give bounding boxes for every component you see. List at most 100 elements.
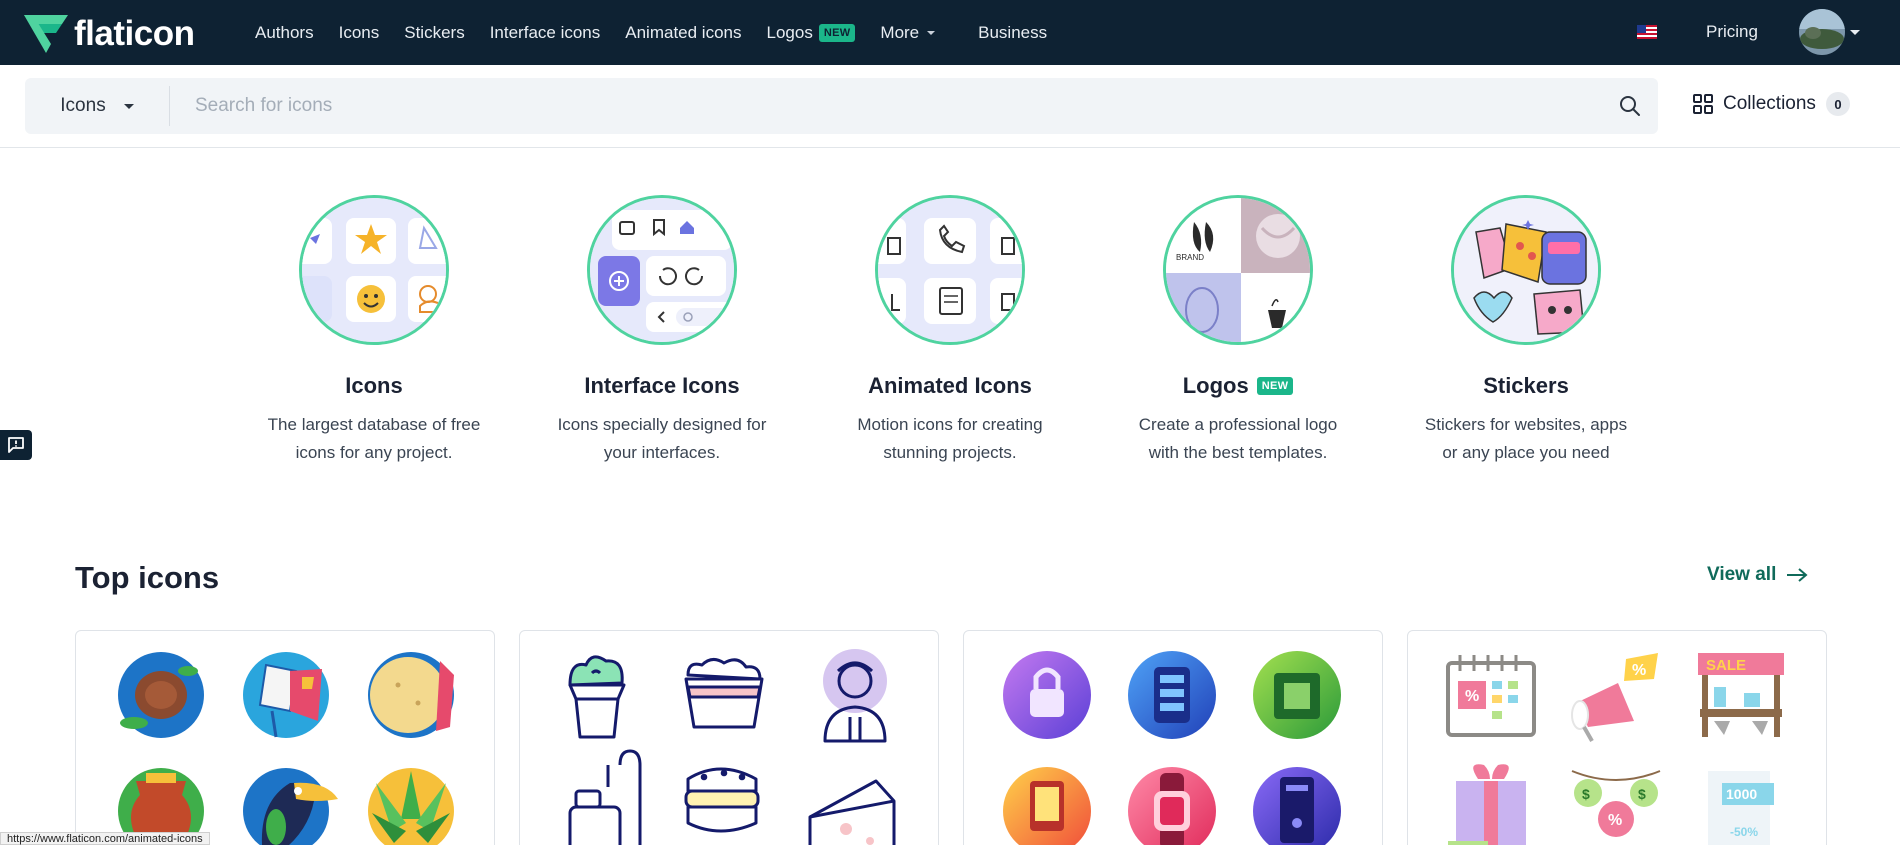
lock-icon bbox=[1003, 651, 1091, 739]
kite-icon bbox=[243, 652, 329, 738]
nav-animated-icons[interactable]: Animated icons bbox=[625, 23, 741, 43]
toucan-icon bbox=[243, 768, 338, 845]
category-logos[interactable]: BRAND Logos NEW Create a professional lo… bbox=[1118, 195, 1358, 467]
nav-logos[interactable]: Logos NEW bbox=[767, 23, 856, 43]
icons-category-thumbnail bbox=[299, 195, 449, 345]
category-icons[interactable]: Icons The largest database of free icons… bbox=[254, 195, 494, 467]
category-animated-icons[interactable]: Animated Icons Motion icons for creating… bbox=[830, 195, 1070, 467]
svg-text:%: % bbox=[1632, 662, 1646, 679]
gift-box-icon bbox=[1448, 764, 1526, 845]
nav-stickers[interactable]: Stickers bbox=[404, 23, 464, 43]
smartwatch-icon bbox=[1128, 767, 1216, 845]
icon-pack-card[interactable]: % % SALE $ % $ 1000 -50% bbox=[1407, 630, 1827, 845]
section-title-top-icons: Top icons bbox=[75, 560, 220, 595]
stickers-category-thumbnail bbox=[1451, 195, 1601, 345]
svg-text:1000: 1000 bbox=[1726, 786, 1757, 802]
category-title-text: Animated Icons bbox=[868, 373, 1032, 398]
caret-down-icon bbox=[123, 103, 134, 109]
icon-pack-card[interactable] bbox=[519, 630, 939, 845]
interface-icons-category-thumbnail bbox=[587, 195, 737, 345]
discount-garland-icon: $ % $ bbox=[1571, 770, 1661, 837]
new-badge: NEW bbox=[1256, 377, 1294, 395]
category-title: Interface Icons bbox=[542, 373, 782, 399]
category-title-text: Icons bbox=[345, 373, 403, 398]
search-icon[interactable] bbox=[1602, 78, 1658, 134]
category-title: Logos NEW bbox=[1118, 373, 1358, 399]
category-stickers[interactable]: Stickers Stickers for websites, apps or … bbox=[1406, 195, 1646, 467]
icon-pack-card[interactable] bbox=[75, 630, 495, 845]
arrow-right-icon bbox=[1787, 568, 1808, 582]
collections-label: Collections bbox=[1723, 93, 1816, 114]
search-type-dropdown[interactable]: Icons bbox=[25, 86, 170, 126]
flaticon-logo-icon bbox=[24, 15, 68, 53]
status-bar-url: https://www.flaticon.com/animated-icons bbox=[0, 832, 210, 845]
category-title-text: Stickers bbox=[1483, 373, 1569, 398]
search-input[interactable] bbox=[170, 78, 1602, 134]
svg-text:SALE: SALE bbox=[1706, 657, 1746, 674]
woman-icon bbox=[823, 649, 887, 743]
view-all-label: View all bbox=[1707, 564, 1777, 585]
category-description: Stickers for websites, apps or any place… bbox=[1424, 415, 1628, 462]
price-tag-icon: 1000 -50% bbox=[1708, 771, 1774, 845]
ebook-icon bbox=[1003, 767, 1091, 845]
search-row: Icons Collections 0 bbox=[0, 65, 1900, 148]
category-title-text: Interface Icons bbox=[584, 373, 740, 398]
sandwich-icon bbox=[684, 767, 760, 833]
category-description: Icons specially designed for your interf… bbox=[557, 415, 767, 462]
new-badge: NEW bbox=[818, 23, 856, 42]
view-all-link[interactable]: View all bbox=[1707, 564, 1808, 586]
logo-text: flaticon bbox=[74, 14, 195, 53]
user-avatar[interactable] bbox=[1799, 9, 1845, 55]
grid-icon bbox=[1693, 94, 1713, 114]
svg-text:$: $ bbox=[1582, 786, 1590, 802]
category-description: The largest database of free icons for a… bbox=[267, 415, 481, 462]
luggage-icon bbox=[568, 749, 642, 845]
nav-more-label: More bbox=[880, 22, 920, 42]
pricing-link[interactable]: Pricing bbox=[1706, 22, 1758, 42]
calendar-discount-icon: % bbox=[1446, 655, 1536, 737]
sale-stand-icon: SALE bbox=[1698, 653, 1784, 737]
nav-business[interactable]: Business bbox=[978, 23, 1047, 43]
nav-interface-icons[interactable]: Interface icons bbox=[490, 23, 601, 43]
svg-text:$: $ bbox=[1638, 786, 1646, 802]
avatar-chevron-down-icon[interactable] bbox=[1850, 30, 1860, 35]
svg-text:BRAND: BRAND bbox=[1176, 253, 1204, 262]
tortilla-icon bbox=[368, 652, 454, 738]
svg-text:%: % bbox=[1608, 812, 1622, 829]
category-title: Animated Icons bbox=[830, 373, 1070, 399]
feedback-icon bbox=[8, 437, 24, 453]
chip-icon bbox=[1253, 651, 1341, 739]
pie-icon bbox=[684, 658, 764, 729]
logos-category-thumbnail: BRAND bbox=[1163, 195, 1313, 345]
main-nav: Authors Icons Stickers Interface icons A… bbox=[255, 0, 1072, 65]
category-description: Create a professional logo with the best… bbox=[1138, 415, 1338, 462]
nav-more[interactable]: More bbox=[880, 22, 936, 43]
top-navbar: flaticon Authors Icons Stickers Interfac… bbox=[0, 0, 1900, 65]
svg-text:%: % bbox=[1465, 688, 1479, 705]
category-title: Icons bbox=[254, 373, 494, 399]
desktop-tower-icon bbox=[1253, 767, 1341, 845]
nav-icons[interactable]: Icons bbox=[339, 23, 380, 43]
flaticon-logo[interactable]: flaticon bbox=[24, 14, 195, 54]
category-title: Stickers bbox=[1406, 373, 1646, 399]
us-flag-icon[interactable] bbox=[1637, 25, 1657, 39]
sundae-icon bbox=[568, 655, 626, 739]
category-description: Motion icons for creating stunning proje… bbox=[857, 415, 1043, 462]
icon-pack-card[interactable] bbox=[963, 630, 1383, 845]
category-interface-icons[interactable]: Interface Icons Icons specially designed… bbox=[542, 195, 782, 467]
collections-count: 0 bbox=[1825, 92, 1850, 116]
feedback-tab[interactable] bbox=[0, 430, 32, 460]
nav-authors[interactable]: Authors bbox=[255, 23, 314, 43]
category-title-text: Logos bbox=[1182, 373, 1249, 398]
collections-button[interactable]: Collections 0 bbox=[1693, 92, 1850, 116]
search-bar: Icons bbox=[25, 78, 1658, 134]
cheese-icon bbox=[808, 779, 896, 845]
search-type-label: Icons bbox=[60, 95, 106, 116]
nav-logos-label: Logos bbox=[766, 22, 813, 42]
animated-icons-category-thumbnail bbox=[875, 195, 1025, 345]
turtle-icon bbox=[118, 652, 204, 738]
svg-text:-50%: -50% bbox=[1730, 825, 1758, 839]
chevron-down-icon bbox=[927, 30, 936, 35]
server-icon bbox=[1128, 651, 1216, 739]
megaphone-icon: % bbox=[1571, 653, 1658, 742]
